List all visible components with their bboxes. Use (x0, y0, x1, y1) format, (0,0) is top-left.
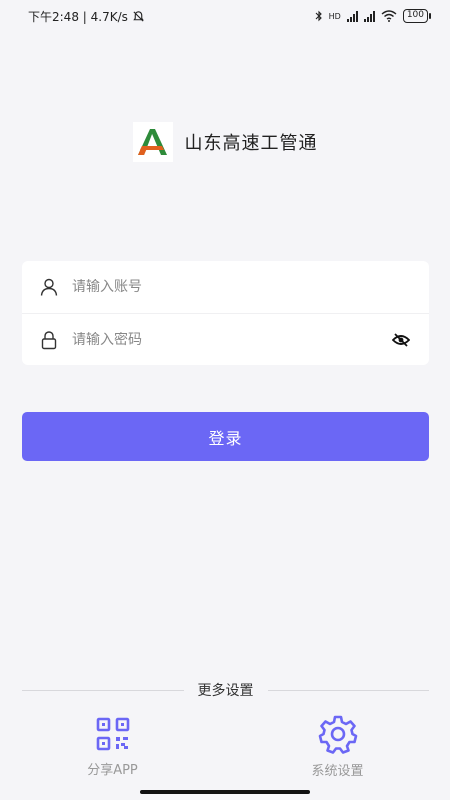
system-settings-button[interactable]: 系统设置 (225, 714, 450, 779)
bottom-actions: 分享APP 系统设置 (0, 714, 450, 779)
more-settings-label: 更多设置 (197, 683, 254, 699)
more-settings-divider: 更多设置 (22, 680, 429, 700)
signal-icon-2 (363, 10, 375, 22)
sdhs-logo-icon (132, 122, 173, 162)
battery-indicator: 100 (402, 9, 432, 23)
wifi-icon (381, 10, 397, 22)
network-type: HD (328, 11, 341, 21)
status-right: HD 100 (315, 9, 432, 23)
status-bar: 下午2:48 | 4.7K/s HD 100 (0, 0, 450, 32)
lock-icon (38, 329, 60, 351)
share-app-label: 分享APP (87, 763, 138, 778)
system-settings-label: 系统设置 (311, 764, 364, 779)
bluetooth-icon (315, 10, 322, 22)
app-title: 山东高速工管通 (184, 133, 318, 154)
status-time-speed: 下午2:48 | 4.7K/s (28, 9, 128, 24)
divider-line-left (22, 689, 184, 691)
account-row (22, 261, 429, 313)
qr-code-icon (93, 714, 133, 753)
divider-line-right (267, 689, 429, 691)
login-button[interactable]: 登录 (22, 412, 429, 461)
status-left: 下午2:48 | 4.7K/s (28, 8, 145, 25)
account-input[interactable] (72, 279, 413, 295)
brand-header: 山东高速工管通 (0, 122, 450, 162)
login-form (22, 261, 429, 365)
user-icon (38, 276, 60, 298)
bell-off-icon (133, 10, 144, 22)
gear-icon (318, 714, 358, 754)
password-input[interactable] (72, 331, 389, 348)
eye-off-icon[interactable] (389, 328, 413, 352)
password-row (22, 313, 429, 365)
home-indicator[interactable] (140, 790, 310, 794)
share-app-button[interactable]: 分享APP (0, 714, 225, 778)
signal-icon (346, 10, 358, 22)
